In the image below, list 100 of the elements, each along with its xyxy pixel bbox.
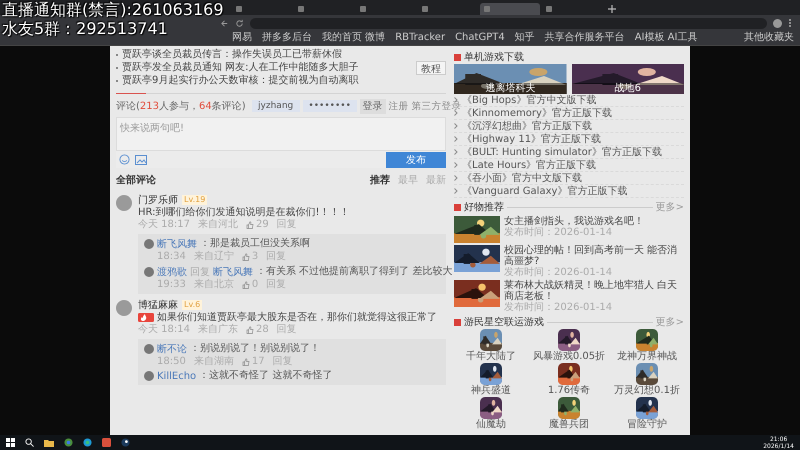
avatar[interactable] <box>116 300 132 316</box>
section-icon <box>454 318 461 326</box>
section-icon <box>454 204 461 210</box>
article-link[interactable]: 贾跃亭发全员裁员通知 网友:人在工作中能随多大胆子 <box>122 61 359 74</box>
publish-button[interactable]: 发布 <box>386 152 446 168</box>
overlay-text: 水友5群：292513741 <box>2 19 168 38</box>
bookmark[interactable]: 拼多多后台 <box>262 32 312 44</box>
article-link[interactable]: 校园心理的帖！回到高考前一天 能否消高噩梦? <box>504 245 684 267</box>
game-card[interactable]: 逃离塔科夫 <box>454 64 566 94</box>
game-card[interactable]: 战地6 <box>572 64 684 94</box>
download-link[interactable]: 《Highway 11》官方正版下载 <box>462 134 602 144</box>
user-name[interactable]: 断不论 <box>157 342 187 356</box>
user-name[interactable]: 博猛麻麻 <box>138 298 178 312</box>
bookmark[interactable]: AI模板 AI工具 <box>634 32 698 44</box>
thumbs-up-icon[interactable] <box>242 281 250 289</box>
comment-text: 如果你们知道贾跃亭最大股东是否在，那你们就觉得这很正常了 <box>157 311 437 324</box>
browser-icon[interactable] <box>64 438 73 447</box>
comment-text: HR:到哪们给你们发通知说明是在裁你们!！！！ <box>138 206 350 218</box>
thumbs-up-icon[interactable] <box>242 358 250 366</box>
bookmark[interactable]: 我的首页 微博 <box>322 32 386 44</box>
article-link[interactable]: 贾跃亭谈全员裁员传言：操作失误员工已带薪休假 <box>122 48 342 61</box>
download-link[interactable]: 《Late Hours》官方正版下载 <box>462 160 596 170</box>
section-title: 游民星空联运游戏 <box>464 316 544 329</box>
tutorial-button[interactable]: 教程 <box>416 60 446 74</box>
search-icon[interactable] <box>25 438 34 447</box>
new-tab-icon[interactable] <box>608 5 616 13</box>
chevron-icon <box>454 97 458 103</box>
game-caption: 逃离塔科夫 <box>454 83 566 94</box>
like-count: 28 <box>256 324 269 336</box>
download-link[interactable]: 《吞小面》官方中文版下载 <box>462 172 582 184</box>
windows-icon[interactable] <box>6 438 15 447</box>
user-name[interactable]: 断飞风舞 <box>157 237 197 251</box>
game-name[interactable]: 魔兽兵团 <box>549 419 589 430</box>
download-link[interactable]: 《沉浮幻想曲》官方正版下载 <box>462 120 592 132</box>
publish-date: 发布时间：2026-01-14 <box>504 227 614 238</box>
chevron-icon <box>454 149 458 155</box>
profile-icon[interactable] <box>773 18 782 28</box>
avatar[interactable] <box>144 344 154 354</box>
avatar[interactable] <box>116 195 132 211</box>
bookmark[interactable]: ChatGPT4 <box>455 32 505 44</box>
reply-text: ：这就不奇怪了 这就不奇怪了 <box>199 370 332 382</box>
bookmark[interactable]: 知乎 <box>514 32 535 44</box>
section-title: 单机游戏下载 <box>464 50 524 64</box>
comment-location: 来自广东 <box>198 324 238 336</box>
user-name[interactable]: KillEcho <box>157 370 196 382</box>
article-link[interactable]: 贾跃亭9月起实行办公天数审核：提交前视为自动离职 <box>122 74 358 87</box>
reload-icon[interactable] <box>235 18 244 28</box>
chevron-icon <box>454 123 458 129</box>
bookmark[interactable]: 共享合作服务平台 <box>544 32 625 44</box>
bookmark[interactable]: RBTracker <box>395 32 446 44</box>
download-link[interactable]: 《BULT: Hunting simulator》官方正版下载 <box>462 146 662 158</box>
avatar[interactable] <box>144 371 154 381</box>
game-name[interactable]: 神兵盛道 <box>471 385 511 396</box>
game-name[interactable]: 龙神万界神战 <box>617 351 677 362</box>
username-field[interactable]: jyzhang <box>252 100 300 112</box>
app-icon[interactable] <box>102 438 111 447</box>
download-link[interactable]: 《Kinnomemory》官方正版下载 <box>462 108 612 118</box>
thumbs-up-icon[interactable] <box>246 326 254 334</box>
game-name[interactable]: 1.76传奇 <box>548 385 590 396</box>
overlay-text: 直播通知群(禁言):261063169 <box>2 0 224 19</box>
chevron-icon <box>454 110 458 116</box>
user-name[interactable]: 门罗乐师 <box>138 192 178 206</box>
game-name[interactable]: 千年大陆了 <box>466 351 516 362</box>
article-link[interactable]: 女主播剑指头，我说游戏名吧！ <box>504 216 644 227</box>
back-icon[interactable] <box>220 18 229 28</box>
bookmark[interactable]: 网易 <box>232 32 252 44</box>
game-name[interactable]: 仙魔劫 <box>476 419 506 430</box>
bookmark[interactable]: 其他收藏夹 <box>744 32 794 44</box>
comment-field[interactable]: 快来说两句吧! <box>116 117 446 151</box>
password-field[interactable]: •••••••• <box>302 100 357 112</box>
thumbs-up-icon[interactable] <box>246 221 254 229</box>
comment-time: 今天 18:17 <box>138 219 190 231</box>
download-link[interactable]: 《Vanguard Galaxy》官方正版下载 <box>462 186 628 196</box>
chevron-icon <box>454 188 458 194</box>
game-name[interactable]: 冒险守护 <box>627 419 667 430</box>
avatar[interactable] <box>144 239 154 249</box>
chevron-icon <box>454 162 458 168</box>
section-title: 全部评论 <box>116 174 156 187</box>
emoji-icon[interactable] <box>119 154 130 165</box>
article-link[interactable]: 莱布林大战妖精灵！晚上地牢猎人 白天商店老板！ <box>504 280 684 302</box>
sort-tab[interactable]: 推荐 <box>370 173 390 187</box>
user-name[interactable]: 渡鸦歌 <box>157 265 187 279</box>
game-name[interactable]: 万灵幻想0.1折 <box>614 385 680 396</box>
publish-date: 发布时间：2026-01-14 <box>504 302 614 313</box>
section-icon <box>454 54 461 60</box>
avatar[interactable] <box>144 267 154 277</box>
login-button[interactable]: 登录 <box>360 98 386 114</box>
folder-icon[interactable] <box>44 438 54 446</box>
chevron-icon <box>454 175 458 181</box>
comment-count: 评论(213人参与，64条评论) <box>116 100 246 113</box>
download-link[interactable]: 《Big Hops》官方中文版下载 <box>462 94 596 106</box>
reply-text: ：那是裁员工但没关系啊 <box>200 238 310 250</box>
thumbs-up-icon[interactable] <box>242 253 250 261</box>
menu-icon[interactable] <box>788 18 792 28</box>
reply-text: ：别说别说了！别说别说了！ <box>190 343 320 355</box>
game-name[interactable]: 风暴游戏0.05折 <box>532 351 606 362</box>
image-icon[interactable] <box>135 154 147 164</box>
browser-icon[interactable] <box>83 438 92 447</box>
user-name[interactable]: 断飞风舞 <box>213 265 253 279</box>
level-badge: Lv.19 <box>182 194 208 204</box>
